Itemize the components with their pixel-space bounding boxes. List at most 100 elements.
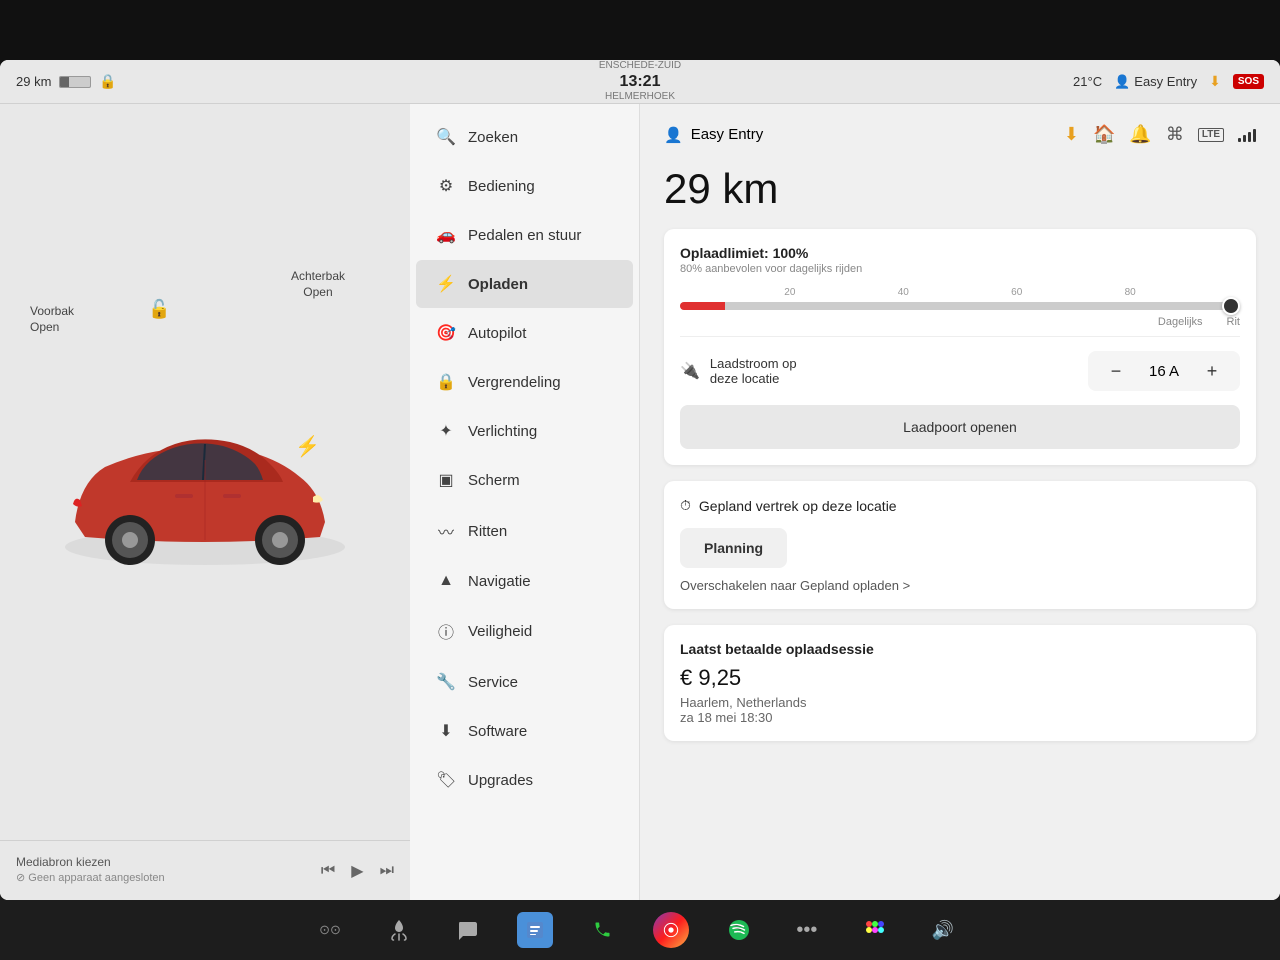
signal-bar-2 [1243,135,1246,142]
range-label: 29 km [16,74,51,89]
charge-label-daily: Dagelijks [1158,316,1203,328]
charge-minus-button[interactable]: − [1104,359,1128,383]
scheduled-header: ⏱ Gepland vertrek op deze locatie [680,497,1240,514]
more-icon[interactable]: ••• [789,912,825,948]
sidebar-label-service: Service [468,674,518,691]
profile-section[interactable]: 👤 Easy Entry [664,126,763,144]
chat-icon[interactable] [449,912,485,948]
easy-entry-status[interactable]: 👤 Easy Entry [1114,74,1197,90]
files-icon[interactable] [517,912,553,948]
light-icon: ✦ [436,421,456,441]
charge-current-value: 16 A [1144,363,1184,380]
lock-icon: 🔒 [99,73,116,90]
sidebar-item-pedalen[interactable]: 🚗 Pedalen en stuur [416,211,633,259]
status-time: 13:21 [620,72,661,91]
trips-icon: 〰 [436,519,456,543]
sidebar-item-upgrades[interactable]: 🏷 Upgrades [416,756,633,804]
sidebar-item-bediening[interactable]: ⚙ Bediening [416,162,633,210]
location-bottom: HELMERHOEK [605,91,675,103]
header-bell-icon[interactable]: 🔔 [1129,124,1151,145]
prev-track-button[interactable]: ⏮ [321,862,335,880]
sidebar-label-navigatie: Navigatie [468,573,531,590]
sidebar-item-zoeken[interactable]: 🔍 Zoeken [416,113,633,161]
sidebar-item-vergrendeling[interactable]: 🔒 Vergrendeling [416,358,633,406]
easy-entry-label: Easy Entry [1134,74,1197,89]
sidebar-label-verlichting: Verlichting [468,423,537,440]
battery-fill [60,77,69,87]
charge-thumb[interactable] [1222,297,1240,315]
content-panel: 👤 Easy Entry ⬇ 🏠 🔔 ⌘ LTE [640,104,1280,900]
status-bar: 29 km 🔒 ENSCHEDE-ZUID 13:21 HELMERHOEK 2… [0,60,1280,104]
charge-current-text: Laadstroom op deze locatie [710,356,797,386]
heat-icon[interactable] [381,912,417,948]
camera-icon[interactable] [653,912,689,948]
taskbar-dots: ⊙⊙ [319,922,341,938]
last-session-location: Haarlem, Netherlands [680,695,1240,710]
spotify-icon[interactable] [721,912,757,948]
sidebar-item-opladen[interactable]: ⚡ Opladen [416,260,633,308]
car-image [45,392,365,592]
charge-limit-header: Oplaadlimiet: 100% [680,245,1240,261]
next-track-button[interactable]: ⏭ [380,862,394,880]
last-session-amount: € 9,25 [680,665,1240,691]
switch-link[interactable]: Overschakelen naar Gepland opladen > [680,578,1240,593]
status-left: 29 km 🔒 [16,73,117,90]
phone-icon[interactable] [585,912,621,948]
location-top: ENSCHEDE-ZUID [599,60,681,72]
header-bluetooth-icon[interactable]: ⌘ [1166,124,1184,145]
sidebar-item-scherm[interactable]: ▣ Scherm [416,456,633,504]
media-controls[interactable]: ⏮ ▶ ⏭ [321,861,394,881]
voorbak-label: Voorbak Open [30,304,74,335]
profile-person-icon: 👤 [664,126,683,144]
charge-plus-button[interactable]: + [1200,359,1224,383]
sidebar: 🔍 Zoeken ⚙ Bediening 🚗 Pedalen en stuur … [410,104,640,900]
charge-track[interactable] [680,302,1240,310]
main-area: Voorbak Open Achterbak Open 🔓 ⚡ [0,104,1280,900]
charge-slider-container[interactable]: 20 40 60 80 Dagelijks Rit [680,287,1240,328]
signal-bar-1 [1238,138,1241,142]
sidebar-item-veiligheid[interactable]: ⓘ Veiligheid [416,605,633,657]
profile-name: Easy Entry [691,126,764,143]
search-icon: 🔍 [436,127,456,147]
bolt-icon: ⚡ [436,274,456,294]
safety-icon: ⓘ [436,619,456,643]
lte-badge: LTE [1198,128,1224,142]
header-home-icon[interactable]: 🏠 [1093,124,1115,145]
charge-current-row: 🔌 Laadstroom op deze locatie − 16 A + [680,336,1240,397]
planning-button[interactable]: Planning [680,528,787,568]
header-download-icon[interactable]: ⬇ [1064,124,1079,145]
steering-icon: 🚗 [436,225,456,245]
scheduled-section: ⏱ Gepland vertrek op deze locatie Planni… [664,481,1256,609]
battery-bar [59,76,91,88]
sidebar-item-software[interactable]: ⬇ Software [416,707,633,755]
last-session: Laatst betaalde oplaadsessie € 9,25 Haar… [664,625,1256,741]
open-port-button[interactable]: Laadpoort openen [680,405,1240,449]
charge-fill-gray [725,302,1223,310]
apps-icon[interactable] [857,912,893,948]
temperature: 21°C [1073,74,1102,89]
sidebar-label-autopilot: Autopilot [468,325,526,342]
screen-icon: ▣ [436,470,456,490]
sidebar-item-autopilot[interactable]: 🎯 Autopilot [416,309,633,357]
content-header: 👤 Easy Entry ⬇ 🏠 🔔 ⌘ LTE [664,124,1256,145]
sidebar-item-verlichting[interactable]: ✦ Verlichting [416,407,633,455]
sidebar-label-veiligheid: Veiligheid [468,623,532,640]
sidebar-item-service[interactable]: 🔧 Service [416,658,633,706]
sidebar-label-pedalen: Pedalen en stuur [468,227,581,244]
volume-icon[interactable]: 🔊 [925,912,961,948]
achterbak-label: Achterbak Open [291,269,345,300]
taskbar-left: ⊙⊙ [319,922,341,938]
play-button[interactable]: ▶ [351,861,363,881]
charge-label-trip: Rit [1227,316,1240,328]
car-panel: Voorbak Open Achterbak Open 🔓 ⚡ [0,104,410,900]
sos-badge[interactable]: SOS [1233,74,1264,89]
media-line2: ⊘ Geen apparaat aangesloten [16,871,313,886]
status-right: 21°C 👤 Easy Entry ⬇ SOS [1073,73,1264,90]
car-bolt-icon: ⚡ [295,434,320,459]
signal-bar-4 [1253,129,1256,142]
sidebar-label-vergrendeling: Vergrendeling [468,374,561,391]
sidebar-item-navigatie[interactable]: ▲ Navigatie [416,558,633,604]
charge-current-label: 🔌 Laadstroom op deze locatie [680,356,797,386]
sidebar-item-ritten[interactable]: 〰 Ritten [416,505,633,557]
lock-icon-nav: 🔒 [436,372,456,392]
